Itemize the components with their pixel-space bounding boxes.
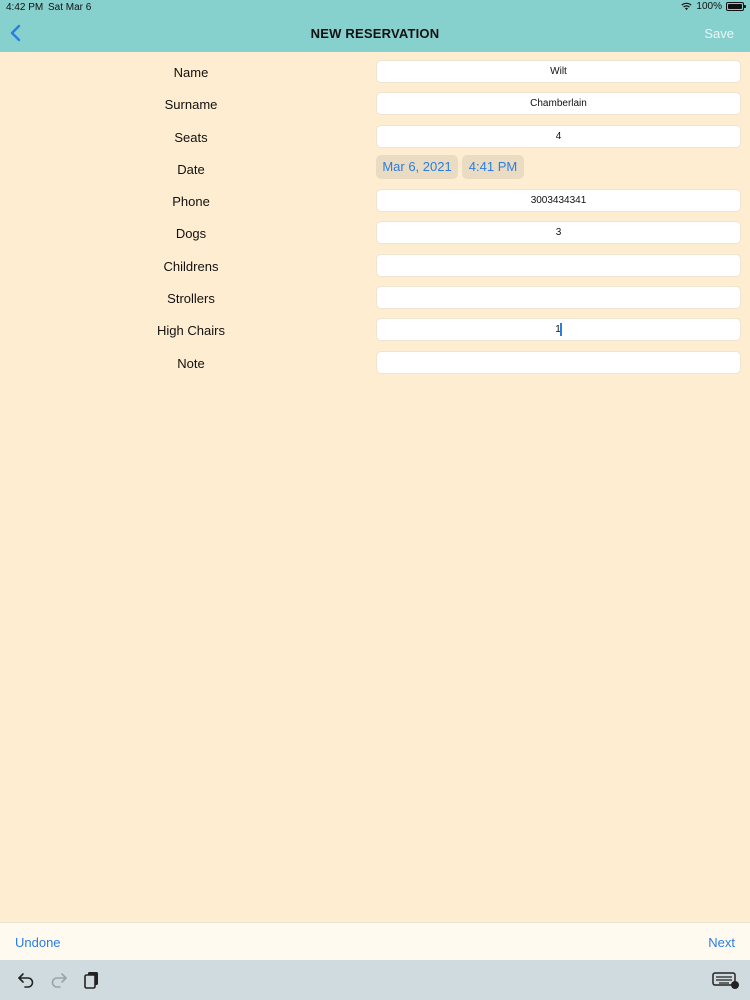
dogs-label: Dogs [175, 226, 207, 242]
childrens-label: Childrens [163, 258, 219, 274]
undone-button[interactable]: Undone [15, 935, 61, 950]
status-time: 4:42 PM [6, 2, 44, 13]
phone-field[interactable]: 3003434341 [376, 189, 741, 213]
form-row-childrens: Childrens [0, 252, 750, 284]
battery-percent: 100% [696, 1, 722, 12]
navigation-bar: 4:42 PM Sat Mar 6 100% NEW RESERVATION S… [0, 0, 750, 52]
phone-value: 3003434341 [530, 195, 587, 207]
note-field[interactable] [376, 350, 741, 374]
keyboard-shortcut-bar [0, 960, 750, 1000]
surname-field[interactable]: Chamberlain [376, 92, 741, 116]
time-picker-button[interactable]: 4:41 PM [462, 154, 524, 179]
form-row-name: Name Wilt [0, 58, 750, 90]
seats-value: 4 [555, 130, 562, 142]
page-title: NEW RESERVATION [310, 26, 440, 41]
strollers-label: Strollers [167, 291, 215, 307]
form-row-surname: Surname Chamberlain [0, 90, 750, 122]
name-field[interactable]: Wilt [376, 60, 741, 83]
status-right: 100% [681, 1, 746, 12]
form-row-phone: Phone 3003434341 [0, 187, 750, 219]
strollers-field[interactable] [376, 286, 741, 310]
surname-label: Surname [164, 97, 218, 113]
form-row-note: Note [0, 349, 750, 381]
form-row-date: Date Mar 6, 2021 4:41 PM [0, 154, 750, 187]
name-value: Wilt [550, 66, 567, 77]
keyboard-dismiss-icon[interactable] [712, 970, 740, 990]
status-bar: 4:42 PM Sat Mar 6 100% [0, 0, 750, 16]
dogs-value: 3 [555, 227, 562, 239]
childrens-field[interactable] [376, 253, 741, 277]
status-date: Sat Mar 6 [48, 2, 92, 13]
date-picker-button[interactable]: Mar 6, 2021 [376, 154, 458, 179]
save-button[interactable]: Save [704, 26, 734, 41]
form-row-high-chairs: High Chairs 1 [0, 316, 750, 348]
note-label: Note [177, 355, 205, 371]
surname-value: Chamberlain [530, 98, 587, 110]
paste-icon[interactable] [82, 970, 102, 990]
text-cursor [559, 323, 562, 337]
form-row-strollers: Strollers [0, 284, 750, 316]
next-button[interactable]: Next [708, 935, 735, 950]
redo-icon[interactable] [49, 970, 69, 990]
dogs-field[interactable]: 3 [376, 221, 741, 245]
form-row-seats: Seats 4 [0, 123, 750, 155]
form-row-dogs: Dogs 3 [0, 219, 750, 251]
high-chairs-field[interactable]: 1 [376, 318, 741, 342]
undo-icon[interactable] [16, 970, 36, 990]
seats-field[interactable]: 4 [376, 124, 741, 148]
wifi-icon [681, 2, 693, 11]
seats-label: Seats [174, 129, 208, 145]
reservation-form: Name Wilt Surname Chamberlain Seats 4 Da… [0, 58, 750, 381]
keyboard-accessory-bar: Undone Next [0, 922, 750, 961]
battery-icon [726, 2, 746, 11]
date-label: Date [177, 161, 205, 177]
phone-label: Phone [172, 194, 210, 210]
high-chairs-label: High Chairs [157, 323, 225, 339]
name-label: Name [173, 65, 209, 80]
